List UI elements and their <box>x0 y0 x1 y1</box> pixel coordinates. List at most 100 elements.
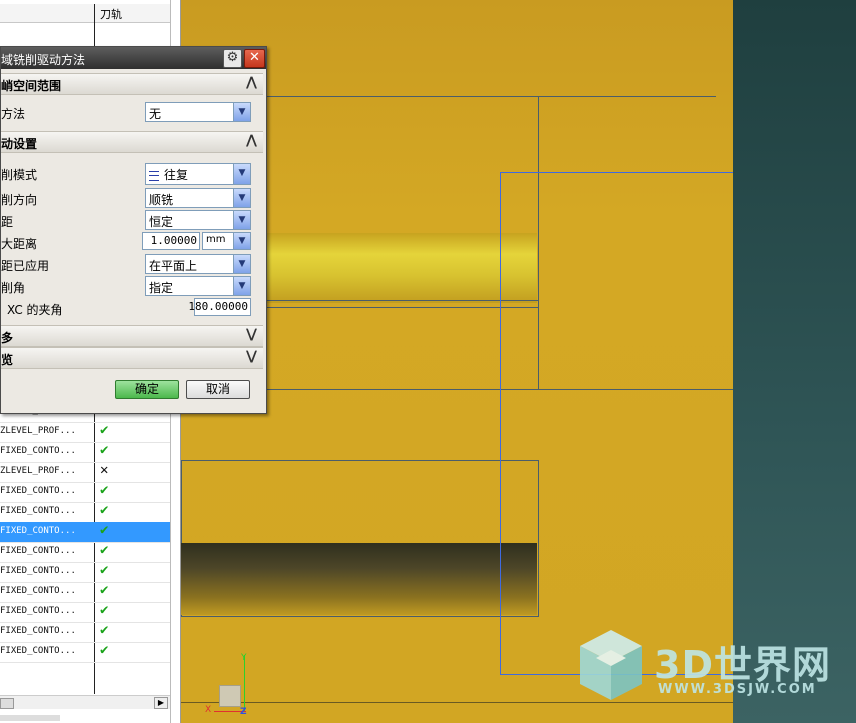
max-distance-row: 大距离 1.00000 mm ▼ <box>1 232 263 252</box>
stepover-select[interactable]: 恒定 ▼ <box>145 210 251 230</box>
unit-value: mm <box>206 234 226 245</box>
operation-name: FIXED_CONTO... <box>0 526 76 536</box>
operation-name: ZLEVEL_PROF... <box>0 466 76 476</box>
dropdown-arrow-icon[interactable]: ▼ <box>233 277 250 295</box>
cut-mode-value: 往复 <box>164 168 189 182</box>
max-distance-value: 1.00000 <box>150 234 197 247</box>
area-milling-drive-dialog: 域铣削驱动方法 ⚙ ✕ 峭空间范围 ⋀ 方法 无 ▼ 动设置 ⋀ 削模式 往复 … <box>0 46 267 414</box>
zigzag-pattern-icon <box>149 170 159 181</box>
list-item[interactable]: FIXED_CONTO... ✔ <box>0 482 170 503</box>
max-distance-input[interactable]: 1.00000 <box>142 232 200 250</box>
list-item[interactable]: FIXED_CONTO... ✔ <box>0 602 170 623</box>
chevron-up-icon[interactable]: ⋀ <box>246 133 257 148</box>
cut-direction-select[interactable]: 顺铣 ▼ <box>145 188 251 208</box>
checkmark-icon: ✔ <box>100 622 109 638</box>
dialog-titlebar[interactable]: 域铣削驱动方法 ⚙ ✕ <box>1 47 266 69</box>
cut-direction-value: 顺铣 <box>149 193 174 207</box>
viewport-background-right <box>733 0 856 723</box>
x-axis-label: X <box>205 705 212 715</box>
dropdown-arrow-icon[interactable]: ▼ <box>233 255 250 273</box>
close-icon[interactable]: ✕ <box>244 49 265 68</box>
cut-mode-row: 削模式 往复 ▼ <box>1 163 263 185</box>
xc-angle-label: XC 的夹角 <box>7 303 63 317</box>
operation-name: FIXED_CONTO... <box>0 646 76 656</box>
cancel-button[interactable]: 取消 <box>186 380 250 399</box>
section-steep-label: 峭空间范围 <box>1 79 62 93</box>
section-preview[interactable]: 览 ⋁ <box>1 347 263 369</box>
operation-name: FIXED_CONTO... <box>0 626 76 636</box>
xc-angle-input[interactable]: 180.00000 <box>188 298 251 316</box>
cross-icon: ✕ <box>100 462 109 478</box>
stepover-label: 距 <box>1 215 14 229</box>
checkmark-icon: ✔ <box>100 502 109 518</box>
chevron-down-icon[interactable]: ⋁ <box>246 327 257 342</box>
operation-name: FIXED_CONTO... <box>0 486 76 496</box>
operation-name: FIXED_CONTO... <box>0 506 76 516</box>
stepover-value: 恒定 <box>149 215 174 229</box>
watermark: 3D世界网 WWW.3DSJW.COM <box>572 626 842 706</box>
scrollbar-thumb[interactable] <box>0 698 14 709</box>
cut-angle-label: 削角 <box>1 281 26 295</box>
list-item[interactable]: ZLEVEL_PROF... ✕ <box>0 462 170 483</box>
watermark-text: 3D世界网 <box>654 643 831 687</box>
section-more-label: 多 <box>1 331 14 345</box>
section-drive-label: 动设置 <box>1 137 38 151</box>
cut-angle-value: 指定 <box>149 281 174 295</box>
gear-icon[interactable]: ⚙ <box>223 49 242 68</box>
operation-name: FIXED_CONTO... <box>0 566 76 576</box>
z-axis-label: Z <box>240 707 247 717</box>
method-row: 方法 无 ▼ <box>1 102 263 122</box>
method-label: 方法 <box>1 107 26 121</box>
dialog-title: 域铣削驱动方法 <box>1 53 86 67</box>
list-item[interactable]: FIXED_CONTO... ✔ <box>0 562 170 583</box>
cut-mode-select[interactable]: 往复 ▼ <box>145 163 251 185</box>
checkmark-icon: ✔ <box>100 422 109 438</box>
list-item[interactable]: FIXED_CONTO... ✔ <box>0 542 170 563</box>
method-value: 无 <box>149 107 162 121</box>
operation-name: FIXED_CONTO... <box>0 606 76 616</box>
max-distance-label: 大距离 <box>1 237 38 251</box>
dropdown-arrow-icon[interactable]: ▼ <box>233 189 250 207</box>
list-item[interactable]: FIXED_CONTO... ✔ <box>0 642 170 663</box>
dropdown-arrow-icon[interactable]: ▼ <box>233 211 250 229</box>
method-select[interactable]: 无 ▼ <box>145 102 251 122</box>
section-steep-space[interactable]: 峭空间范围 ⋀ <box>1 73 263 95</box>
dropdown-arrow-icon[interactable]: ▼ <box>233 103 250 121</box>
chevron-up-icon[interactable]: ⋀ <box>246 75 257 90</box>
watermark-url: WWW.3DSJW.COM <box>658 682 817 697</box>
stepover-applied-label: 距已应用 <box>1 259 50 273</box>
scroll-right-icon[interactable]: ▶ <box>154 697 168 709</box>
dropdown-arrow-icon[interactable]: ▼ <box>233 233 250 249</box>
section-drive-settings[interactable]: 动设置 ⋀ <box>1 131 263 153</box>
chevron-down-icon[interactable]: ⋁ <box>246 349 257 364</box>
triad-cube-icon <box>219 685 241 707</box>
dropdown-arrow-icon[interactable]: ▼ <box>233 164 250 184</box>
list-item[interactable]: FIXED_CONTO... ✔ <box>0 502 170 523</box>
list-item[interactable]: FIXED_CONTO... ✔ <box>0 582 170 603</box>
list-item[interactable]: FIXED_CONTO... ✔ <box>0 522 170 543</box>
stepover-applied-value: 在平面上 <box>149 259 198 273</box>
ok-button[interactable]: 确定 <box>115 380 179 399</box>
cut-angle-select[interactable]: 指定 ▼ <box>145 276 251 296</box>
section-more[interactable]: 多 ⋁ <box>1 325 263 347</box>
secondary-scrollbar[interactable] <box>0 715 60 721</box>
cut-direction-label: 削方向 <box>1 193 38 207</box>
list-item[interactable]: FIXED_CONTO... ✔ <box>0 622 170 643</box>
checkmark-icon: ✔ <box>100 482 109 498</box>
y-axis-label: Y <box>241 653 247 663</box>
stepover-applied-select[interactable]: 在平面上 ▼ <box>145 254 251 274</box>
cut-mode-label: 削模式 <box>1 168 38 182</box>
cut-angle-row: 削角 指定 ▼ <box>1 276 263 296</box>
toolpath-column-header[interactable]: 刀轨 <box>100 6 122 22</box>
operation-name: FIXED_CONTO... <box>0 586 76 596</box>
shaded-surface-lower <box>181 543 537 615</box>
xc-angle-row: XC 的夹角 180.00000 <box>1 298 263 318</box>
horizontal-scrollbar[interactable]: ▶ <box>0 695 170 709</box>
checkmark-icon: ✔ <box>100 442 109 458</box>
list-item[interactable]: ZLEVEL_PROF... ✔ <box>0 422 170 443</box>
unit-select[interactable]: mm ▼ <box>202 232 251 250</box>
wcs-triad: Y X Z <box>191 653 271 717</box>
list-item[interactable]: FIXED_CONTO... ✔ <box>0 442 170 463</box>
watermark-cube-icon <box>580 630 642 700</box>
checkmark-icon: ✔ <box>100 582 109 598</box>
